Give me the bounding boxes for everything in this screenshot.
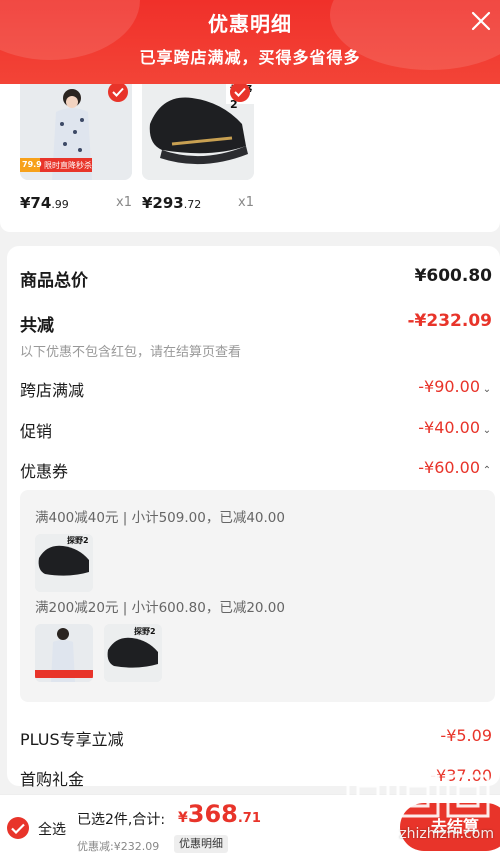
reduce-label: 共减 — [20, 316, 54, 336]
coupon-line: 满400减40元 | 小计509.00，已减40.00 — [35, 510, 285, 526]
gift-label: 首购礼金 — [20, 770, 85, 789]
coupon-product-thumb: 探野2 — [35, 534, 93, 592]
close-icon[interactable] — [470, 10, 492, 32]
product-badge-text: 限时直降秒杀 — [44, 161, 92, 170]
reduce-value: -¥232.09 — [407, 311, 493, 331]
total-amount: ¥368.71 — [178, 800, 261, 828]
product-qty: x1 — [116, 195, 132, 210]
chevron-up-icon[interactable]: ⌃ — [482, 465, 492, 476]
coupon-line: 满200减20元 | 小计600.80，已减20.00 — [35, 600, 285, 616]
price-int: ¥293 — [142, 194, 184, 212]
product-price: ¥74.99 — [20, 194, 69, 212]
plus-value: -¥5.09 — [440, 726, 492, 745]
discount-summary: 优惠减:¥232.09 — [77, 840, 160, 853]
plus-label: PLUS专享立减 — [20, 730, 124, 749]
product-badge-price: 79.9 — [22, 160, 42, 169]
chevron-down-icon[interactable]: ⌄ — [482, 425, 492, 436]
total-value: ¥600.80 — [414, 266, 492, 286]
discount-value-wrap: -¥60.00 ⌃ — [418, 458, 492, 477]
svg-text:探野2: 探野2 — [67, 535, 89, 545]
discount-detail-button[interactable]: 优惠明细 — [174, 835, 228, 853]
chevron-down-icon[interactable]: ⌄ — [482, 384, 492, 395]
price-int: ¥74 — [20, 194, 52, 212]
amount-decimal: .71 — [237, 811, 261, 826]
discount-label: 跨店满减 — [20, 381, 85, 400]
coupon-detail-box: 满400减40元 | 小计509.00，已减40.00 探野2 满200减20元… — [20, 490, 495, 702]
discount-label: 优惠券 — [20, 462, 69, 481]
select-all-check-icon[interactable] — [7, 817, 29, 839]
shoe-thumb: 探野2 — [35, 534, 93, 592]
price-decimal: .72 — [183, 198, 202, 211]
checkout-button[interactable]: 去结算 — [400, 803, 500, 851]
gift-value: -¥37.00 — [430, 766, 492, 785]
selected-products: 79.9 限时直降秒杀 探野2 ¥74.99 x1 ¥293.72 x1 — [0, 84, 500, 232]
price-decimal: .99 — [51, 198, 69, 211]
coupon-product-thumb — [35, 624, 93, 682]
product-qty: x1 — [238, 195, 254, 210]
coupon-product-thumb: 探野2 — [104, 624, 162, 682]
currency-symbol: ¥ — [178, 810, 188, 826]
product-image-pajamas[interactable]: 79.9 限时直降秒杀 — [20, 84, 132, 180]
amount-int: 368 — [187, 800, 238, 828]
price-summary-card: 商品总价 ¥600.80 共减 -¥232.09 以下优惠不包含红包，请在结算页… — [7, 246, 500, 789]
page-title: 优惠明细 — [208, 12, 292, 36]
discount-detail-header: 优惠明细 已享跨店满减，买得多省得多 — [0, 0, 500, 84]
select-all-label[interactable]: 全选 — [38, 819, 66, 839]
discount-label: 促销 — [20, 422, 53, 441]
discount-note: 以下优惠不包含红包，请在结算页查看 — [20, 345, 242, 360]
discount-value-wrap: -¥90.00 ⌄ — [418, 377, 492, 396]
page-subtitle: 已享跨店满减，买得多省得多 — [139, 48, 361, 67]
product-image-shoes[interactable]: 探野2 — [142, 84, 254, 180]
discount-value: -¥90.00 — [418, 377, 480, 396]
selected-count: 已选2件,合计: — [77, 812, 166, 828]
discount-value: -¥60.00 — [418, 458, 480, 477]
total-label: 商品总价 — [20, 271, 88, 291]
svg-text:探野2: 探野2 — [134, 626, 156, 636]
checkout-bar: 全选 已选2件,合计: ¥368.71 优惠减:¥232.09 优惠明细 去结算 — [0, 794, 500, 859]
discount-value: -¥40.00 — [418, 418, 480, 437]
product-price: ¥293.72 — [142, 194, 201, 212]
shoe-thumb: 探野2 — [104, 624, 162, 682]
pajamas-thumb — [35, 624, 93, 682]
discount-value-wrap: -¥40.00 ⌄ — [418, 418, 492, 437]
